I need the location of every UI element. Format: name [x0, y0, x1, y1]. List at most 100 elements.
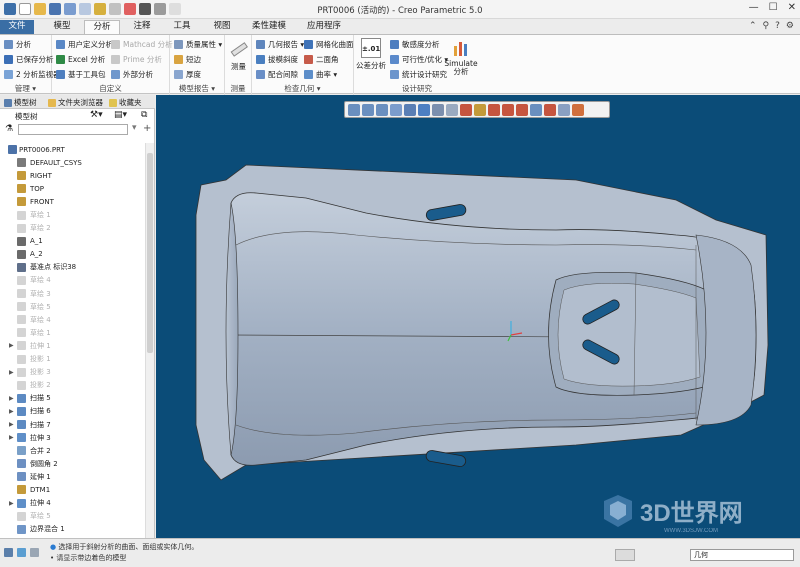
tree-search-input[interactable]: [18, 124, 128, 135]
tree-item[interactable]: 草绘 4: [0, 313, 145, 326]
tree-item[interactable]: 草绘 1: [0, 208, 145, 221]
perspective-icon[interactable]: [446, 103, 458, 116]
mesh-surface-button[interactable]: 网格化曲面: [304, 39, 354, 50]
collapse-ribbon-icon[interactable]: ⌃: [749, 21, 757, 31]
expand-arrow-icon[interactable]: ▶: [9, 408, 14, 415]
saved-orientations-icon[interactable]: [418, 103, 430, 116]
tree-item[interactable]: 草绘 4: [0, 274, 145, 287]
tab-analysis[interactable]: 分析: [84, 20, 120, 34]
tree-item[interactable]: DTM1: [0, 483, 145, 496]
user-defined-analysis-button[interactable]: 用户定义分析: [56, 39, 113, 50]
tree-root-item[interactable]: PRT0006.PRT: [0, 143, 145, 156]
analysis-button[interactable]: 分析: [4, 39, 31, 50]
curvature-button[interactable]: 曲率 ▾: [304, 69, 337, 80]
feasibility-optimization-button[interactable]: 可行性/优化 ▾: [390, 54, 448, 65]
tree-item[interactable]: ▶ 扫描 5: [0, 392, 145, 405]
tree-item[interactable]: 合并 2: [0, 444, 145, 457]
model-viewport[interactable]: [156, 95, 800, 538]
expand-arrow-icon[interactable]: ▶: [9, 369, 14, 376]
tab-applications[interactable]: 应用程序: [300, 20, 348, 34]
tab-flexible-modeling[interactable]: 柔性建模: [244, 20, 294, 34]
tree-item[interactable]: 草绘 2: [0, 222, 145, 235]
clearance-button[interactable]: 配合间隙: [256, 69, 298, 80]
tree-item[interactable]: FRONT: [0, 195, 145, 208]
saved-analysis-button[interactable]: 已保存分析: [4, 54, 54, 65]
tree-item[interactable]: 投影 2: [0, 379, 145, 392]
fullscreen-icon[interactable]: [30, 548, 39, 557]
tree-item[interactable]: 草绘 5: [0, 510, 145, 523]
tab-folder-browser[interactable]: 文件夹浏览器: [48, 97, 103, 108]
graphics-window[interactable]: 3D世界网 WWW.3DSJW.COM: [156, 95, 800, 538]
statistical-design-study-button[interactable]: 统计设计研究: [390, 69, 447, 80]
tab-favorites[interactable]: 收藏夹: [109, 97, 142, 108]
tree-item[interactable]: 草绘 1: [0, 326, 145, 339]
excel-analysis-button[interactable]: Excel 分析: [56, 54, 105, 65]
group-label-inspect-geometry[interactable]: 检查几何 ▾: [252, 83, 353, 94]
tree-item[interactable]: ▶ 投影 3: [0, 366, 145, 379]
tree-item[interactable]: ▶ 拉伸 1: [0, 339, 145, 352]
short-edge-button[interactable]: 短边: [174, 54, 201, 65]
measure-button[interactable]: 测量: [226, 39, 251, 72]
draft-button[interactable]: 拔模斜度: [256, 54, 298, 65]
toggle-navigator-icon[interactable]: [4, 548, 13, 557]
tab-view[interactable]: 视图: [204, 20, 240, 34]
sensitivity-analysis-button[interactable]: 敏感度分析: [390, 39, 440, 50]
tree-columns-icon[interactable]: ▤▾: [114, 110, 127, 120]
geometry-report-button[interactable]: 几何报告 ▾: [256, 39, 304, 50]
tree-item[interactable]: A_1: [0, 235, 145, 248]
group-label-model-report[interactable]: 模型报告 ▾: [170, 83, 224, 94]
expand-arrow-icon[interactable]: ▶: [9, 342, 14, 349]
selection-filter-dropdown[interactable]: 几何: [690, 549, 794, 561]
maximize-button[interactable]: ☐: [769, 2, 778, 13]
axis-display-icon[interactable]: [488, 103, 500, 116]
zoom-in-icon[interactable]: [362, 103, 374, 116]
tree-item[interactable]: 基准点 标识38: [0, 261, 145, 274]
tab-annotate[interactable]: 注释: [124, 20, 160, 34]
tree-show-icon[interactable]: ⧉: [141, 110, 147, 120]
expand-arrow-icon[interactable]: ▶: [9, 434, 14, 441]
csys-display-icon[interactable]: [516, 103, 528, 116]
expand-arrow-icon[interactable]: ▶: [9, 421, 14, 428]
display-style-icon[interactable]: [404, 103, 416, 116]
help-icon[interactable]: ?: [775, 21, 780, 31]
tree-item[interactable]: 草绘 5: [0, 300, 145, 313]
expand-arrow-icon[interactable]: ▶: [9, 500, 14, 507]
tree-item[interactable]: TOP: [0, 182, 145, 195]
minimize-button[interactable]: —: [749, 2, 759, 13]
simulate-analysis-button[interactable]: Simulate 分析: [444, 38, 478, 76]
tab-model-tree[interactable]: 模型树: [4, 97, 37, 108]
settings-icon[interactable]: ⚙: [786, 21, 794, 31]
tree-item[interactable]: ▶ 拉伸 4: [0, 497, 145, 510]
search-icon[interactable]: ⚲: [763, 21, 770, 31]
spin-center-icon[interactable]: [544, 103, 556, 116]
tree-item[interactable]: 投影 1: [0, 353, 145, 366]
expand-arrow-icon[interactable]: ▶: [9, 395, 14, 402]
repaint-icon[interactable]: [390, 103, 402, 116]
prime-analysis-button[interactable]: Prime 分析: [111, 54, 162, 65]
toggle-browser-icon[interactable]: [17, 548, 26, 557]
search-down-icon[interactable]: ▾: [132, 123, 137, 133]
close-button[interactable]: ✕: [788, 2, 796, 13]
tree-item[interactable]: 延伸 1: [0, 470, 145, 483]
tree-item[interactable]: ▶ 拉伸 3: [0, 431, 145, 444]
smart-filter-button[interactable]: [615, 549, 635, 561]
annotation-display-icon[interactable]: [530, 103, 542, 116]
tolerance-analysis-button[interactable]: ±.01 公差分析: [356, 38, 386, 71]
tree-item[interactable]: 草绘 3: [0, 287, 145, 300]
external-analysis-button[interactable]: 外部分析: [111, 69, 153, 80]
add-column-icon[interactable]: +: [143, 123, 151, 134]
section-icon[interactable]: [558, 103, 570, 116]
tree-item[interactable]: RIGHT: [0, 169, 145, 182]
refit-icon[interactable]: [348, 103, 360, 116]
view-manager-icon[interactable]: [432, 103, 444, 116]
tree-item[interactable]: ▶ 扫描 6: [0, 405, 145, 418]
group-label-manage[interactable]: 管理 ▾: [0, 83, 51, 94]
filter-icon[interactable]: ⚗: [5, 124, 13, 134]
plane-display-icon[interactable]: [474, 103, 486, 116]
tree-item[interactable]: DEFAULT_CSYS: [0, 156, 145, 169]
datum-display-icon[interactable]: [460, 103, 472, 116]
mathcad-analysis-button[interactable]: Mathcad 分析: [111, 39, 173, 50]
tab-tools[interactable]: 工具: [164, 20, 200, 34]
mass-properties-button[interactable]: 质量属性 ▾: [174, 39, 222, 50]
tree-item[interactable]: 倒圆角 2: [0, 457, 145, 470]
